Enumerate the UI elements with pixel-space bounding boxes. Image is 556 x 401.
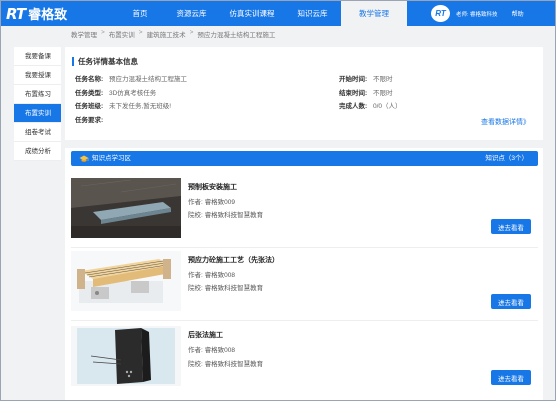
list-item: 预应力砼施工工艺（先张法） 作者: 睿格致008 院校: 睿格致科技智慧教育 进… bbox=[71, 249, 538, 321]
task-name-row: 任务名称: 预应力混凝土结构工程施工 bbox=[75, 73, 187, 83]
main-nav: 首页 资源云库 仿真实训课程 知识云库 教学管理 bbox=[117, 1, 407, 26]
breadcrumb-separator: > bbox=[138, 29, 143, 36]
task-name-label: 任务名称: bbox=[75, 76, 104, 83]
end-time-label: 结束时间: bbox=[339, 90, 368, 97]
end-time-row: 结束时间: 不限时 bbox=[339, 87, 393, 97]
enter-view-button[interactable]: 进去看看 bbox=[491, 370, 531, 385]
enter-view-button[interactable]: 进去看看 bbox=[491, 294, 531, 309]
task-info-title: 任务详情基本信息 bbox=[72, 57, 138, 66]
completion-label: 完成人数: bbox=[339, 103, 368, 110]
knowledge-title: 知识点学习区 bbox=[79, 151, 131, 166]
top-nav-bar: RT 睿格致 首页 资源云库 仿真实训课程 知识云库 教学管理 RT 老师: 睿… bbox=[1, 1, 555, 26]
nav-resource-cloud[interactable]: 资源云库 bbox=[163, 1, 220, 26]
task-class-value: 未下发任务,暂无班级! bbox=[109, 103, 172, 110]
sidebar-item-assign-practice[interactable]: 布置练习 bbox=[14, 85, 61, 104]
knowledge-area: 知识点学习区 知识点（3个） 预制板安装施工 作者: 睿格致009 院校: 睿格… bbox=[65, 148, 543, 400]
start-time-value: 不限时 bbox=[373, 76, 393, 83]
knowledge-author: 作者: 睿格致008 bbox=[188, 272, 235, 279]
task-info-card: 任务详情基本信息 任务名称: 预应力混凝土结构工程施工 任务类型: 3D仿真考核… bbox=[65, 47, 543, 140]
task-type-value: 3D仿真考核任务 bbox=[109, 90, 157, 97]
task-type-label: 任务类型: bbox=[75, 90, 104, 97]
sidebar: 我要备课 我要授课 布置练习 布置实训 组卷考试 成绩分析 bbox=[14, 47, 61, 161]
list-item: 预制板安装施工 作者: 睿格致009 院校: 睿格致科技智慧教育 进去看看 bbox=[71, 176, 538, 248]
breadcrumb-item[interactable]: 布置实训 bbox=[109, 29, 135, 39]
thumbnail-precast-slab[interactable] bbox=[71, 178, 181, 238]
user-name[interactable]: 老师: 睿格致科技 bbox=[456, 10, 498, 18]
task-requirement-label: 任务要求: bbox=[75, 117, 104, 124]
knowledge-title-text: 知识点学习区 bbox=[92, 155, 131, 162]
logo-mark: RT bbox=[6, 4, 26, 23]
task-class-label: 任务班级: bbox=[75, 103, 104, 110]
graduation-cap-icon bbox=[79, 155, 89, 162]
start-time-label: 开始时间: bbox=[339, 76, 368, 83]
sidebar-item-teach[interactable]: 我要授课 bbox=[14, 66, 61, 85]
knowledge-author: 作者: 睿格致009 bbox=[188, 199, 235, 206]
breadcrumb-item[interactable]: 建筑施工技术 bbox=[147, 29, 186, 39]
sidebar-item-assign-training[interactable]: 布置实训 bbox=[14, 104, 61, 123]
sidebar-item-prepare-lesson[interactable]: 我要备课 bbox=[14, 47, 61, 66]
sidebar-item-exam[interactable]: 组卷考试 bbox=[14, 123, 61, 142]
help-link[interactable]: 帮助 bbox=[512, 9, 524, 18]
completion-row: 完成人数: 0/0（人） bbox=[339, 100, 402, 110]
logo-text: 睿格致 bbox=[28, 7, 68, 22]
knowledge-school: 院校: 睿格致科技智慧教育 bbox=[188, 361, 264, 368]
list-item: 后张法施工 作者: 睿格致008 院校: 睿格致科技智慧教育 进去看看 bbox=[71, 324, 538, 396]
avatar[interactable]: RT bbox=[431, 5, 450, 22]
sidebar-item-score-analysis[interactable]: 成绩分析 bbox=[14, 142, 61, 161]
thumbnail-post-tension[interactable] bbox=[71, 326, 181, 386]
task-name-value: 预应力混凝土结构工程施工 bbox=[109, 76, 187, 83]
view-data-details-link[interactable]: 查看数据详情》 bbox=[481, 117, 530, 127]
start-time-row: 开始时间: 不限时 bbox=[339, 73, 393, 83]
brand-logo[interactable]: RT 睿格致 bbox=[6, 4, 68, 23]
nav-home[interactable]: 首页 bbox=[117, 1, 163, 26]
task-requirement-row: 任务要求: bbox=[75, 114, 109, 124]
app-window: RT 睿格致 首页 资源云库 仿真实训课程 知识云库 教学管理 RT 老师: 睿… bbox=[0, 0, 556, 401]
nav-teaching-management[interactable]: 教学管理 bbox=[341, 1, 407, 26]
breadcrumb-separator: > bbox=[101, 29, 105, 36]
thumbnail-pretension[interactable] bbox=[71, 251, 181, 311]
knowledge-header: 知识点学习区 知识点（3个） bbox=[71, 151, 538, 166]
knowledge-name[interactable]: 预制板安装施工 bbox=[188, 182, 237, 192]
end-time-value: 不限时 bbox=[373, 90, 393, 97]
nav-simulation-courses[interactable]: 仿真实训课程 bbox=[220, 1, 284, 26]
completion-value: 0/0（人） bbox=[373, 103, 402, 110]
task-type-row: 任务类型: 3D仿真考核任务 bbox=[75, 87, 156, 97]
breadcrumb: 教学管理 > 布置实训 > 建筑施工技术 > 预应力混凝土结构工程施工 bbox=[71, 29, 276, 39]
enter-view-button[interactable]: 进去看看 bbox=[491, 219, 531, 234]
breadcrumb-item[interactable]: 教学管理 bbox=[71, 29, 97, 39]
task-class-row: 任务班级: 未下发任务,暂无班级! bbox=[75, 100, 171, 110]
knowledge-name[interactable]: 后张法施工 bbox=[188, 330, 223, 340]
knowledge-count: 知识点（3个） bbox=[485, 155, 528, 162]
user-area: RT 老师: 睿格致科技 帮助 bbox=[431, 5, 524, 22]
knowledge-name[interactable]: 预应力砼施工工艺（先张法） bbox=[188, 255, 279, 265]
breadcrumb-item-current: 预应力混凝土结构工程施工 bbox=[197, 32, 276, 39]
knowledge-author: 作者: 睿格致008 bbox=[188, 347, 235, 354]
knowledge-school: 院校: 睿格致科技智慧教育 bbox=[188, 212, 264, 219]
nav-knowledge-cloud[interactable]: 知识云库 bbox=[284, 1, 341, 26]
knowledge-school: 院校: 睿格致科技智慧教育 bbox=[188, 285, 264, 292]
breadcrumb-separator: > bbox=[189, 29, 194, 36]
